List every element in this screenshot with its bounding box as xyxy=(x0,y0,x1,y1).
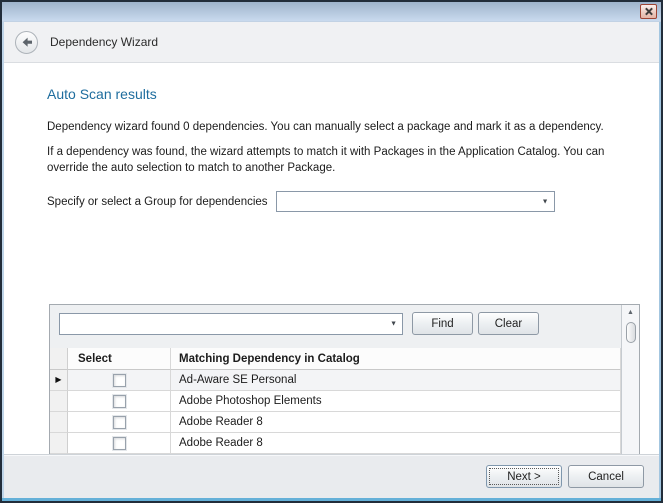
group-selector-row: Specify or select a Group for dependenci… xyxy=(47,191,661,212)
search-row: ▼ Find Clear xyxy=(50,305,621,341)
dependency-name: Adobe Photoshop Elements xyxy=(171,391,621,412)
dependency-name: Adobe Reader 8 xyxy=(171,412,621,433)
dependency-name: Adobe Reader 8 xyxy=(171,433,621,454)
back-button[interactable] xyxy=(15,31,38,54)
back-icon xyxy=(21,37,33,48)
row-checkbox[interactable] xyxy=(113,395,126,408)
select-cell xyxy=(68,412,171,433)
scrollbar-thumb[interactable] xyxy=(626,322,636,343)
close-button[interactable] xyxy=(640,4,657,19)
page-title: Auto Scan results xyxy=(47,86,661,102)
description-line-2: If a dependency was found, the wizard at… xyxy=(47,144,635,177)
grid-corner-cell xyxy=(50,348,68,370)
table-row[interactable]: Adobe Reader 8 xyxy=(50,433,621,454)
dependency-wizard-window: Dependency Wizard Auto Scan results Depe… xyxy=(0,0,663,503)
group-label: Specify or select a Group for dependenci… xyxy=(47,196,268,208)
table-row[interactable]: Adobe Reader 8 xyxy=(50,412,621,433)
search-combobox[interactable]: ▼ xyxy=(59,313,403,335)
dependency-name: Ad-Aware SE Personal xyxy=(171,370,621,391)
window-bottom-accent xyxy=(2,498,661,501)
search-combobox-input[interactable] xyxy=(60,314,402,334)
titlebar xyxy=(2,2,661,22)
footer-bar: Next > Cancel xyxy=(2,454,661,501)
scroll-up-icon[interactable]: ▲ xyxy=(622,305,639,320)
row-selector-cell[interactable] xyxy=(50,391,68,412)
current-row-pointer-icon: ▶ xyxy=(55,376,61,384)
close-icon xyxy=(645,8,652,15)
description-line-1: Dependency wizard found 0 dependencies. … xyxy=(47,119,635,136)
window-right-accent xyxy=(659,22,661,501)
row-checkbox[interactable] xyxy=(113,437,126,450)
find-button[interactable]: Find xyxy=(412,312,473,335)
row-checkbox[interactable] xyxy=(113,374,126,387)
column-header-matching-dependency[interactable]: Matching Dependency in Catalog xyxy=(171,348,621,370)
cancel-button[interactable]: Cancel xyxy=(568,465,644,488)
group-combobox[interactable]: ▼ xyxy=(276,191,555,212)
select-cell xyxy=(68,391,171,412)
row-checkbox[interactable] xyxy=(113,416,126,429)
row-selector-cell[interactable]: ▶ xyxy=(50,370,68,391)
table-row[interactable]: Adobe Photoshop Elements xyxy=(50,391,621,412)
next-button[interactable]: Next > xyxy=(486,465,562,488)
clear-button[interactable]: Clear xyxy=(478,312,539,335)
wizard-header: Dependency Wizard xyxy=(2,22,661,63)
row-selector-cell[interactable] xyxy=(50,412,68,433)
group-combobox-input[interactable] xyxy=(277,192,554,211)
window-left-accent xyxy=(2,22,4,501)
column-header-select[interactable]: Select xyxy=(68,348,171,370)
row-selector-cell[interactable] xyxy=(50,433,68,454)
select-cell xyxy=(68,433,171,454)
content-area: Auto Scan results Dependency wizard foun… xyxy=(2,86,661,480)
wizard-title: Dependency Wizard xyxy=(50,35,158,49)
select-cell xyxy=(68,370,171,391)
grid-header-row: Select Matching Dependency in Catalog xyxy=(50,348,621,370)
table-row[interactable]: ▶ Ad-Aware SE Personal xyxy=(50,370,621,391)
